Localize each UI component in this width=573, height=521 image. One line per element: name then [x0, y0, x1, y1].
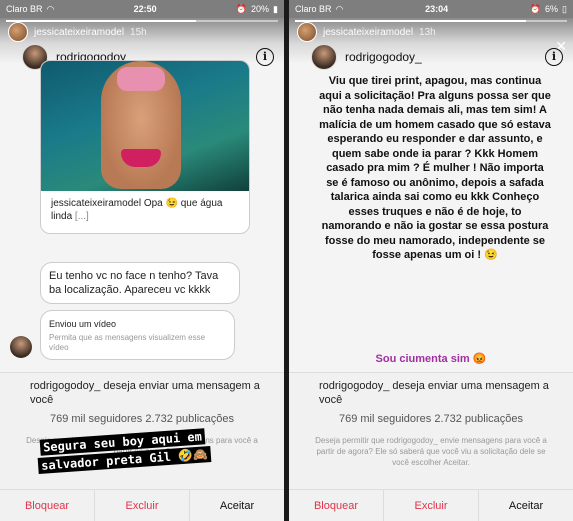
- status-bar: Claro BR ◠ 23:04 ⏰ 6% ▯: [289, 0, 573, 18]
- request-actions: Bloquear Excluir Aceitar: [289, 489, 573, 521]
- request-actions: Bloquear Excluir Aceitar: [0, 489, 284, 521]
- alarm-icon: ⏰: [529, 3, 542, 14]
- caption-more[interactable]: [...]: [75, 211, 89, 222]
- username: rodrigogodoy_: [345, 50, 422, 64]
- battery-icon: ▯: [562, 3, 567, 14]
- delete-button[interactable]: Excluir: [95, 490, 190, 521]
- block-button[interactable]: Bloquear: [0, 490, 95, 521]
- left-screenshot: Claro BR ◠ 22:50 ⏰ 20% ▮ jessicateixeiramod…: [0, 0, 284, 521]
- info-icon[interactable]: i: [545, 48, 563, 66]
- carrier-label: Claro BR: [6, 4, 43, 14]
- post-caption: jessicateixeiramodel Opa 😉 que água lind…: [51, 197, 239, 223]
- video-message[interactable]: Enviou um vídeo Permita que as mensagens…: [40, 310, 235, 360]
- story-owner[interactable]: jessicateixeiramodel 13h: [297, 22, 436, 42]
- status-bar: Claro BR ◠ 22:50 ⏰ 20% ▮: [0, 0, 284, 18]
- accept-button[interactable]: Aceitar: [479, 490, 573, 521]
- profile-stats: 769 mil seguidores 2.732 publicações: [49, 413, 235, 425]
- carrier-label: Claro BR: [295, 4, 332, 14]
- request-user: rodrigogodoy_: [30, 380, 101, 392]
- profile-stats: 769 mil seguidores 2.732 publicações: [338, 413, 524, 425]
- story-owner-avatar: [297, 22, 317, 42]
- clock: 23:04: [425, 4, 449, 14]
- story-text: Viu que tirei print, apagou, mas continu…: [319, 75, 551, 261]
- request-text: rodrigogodoy_ deseja enviar uma mensagem…: [319, 379, 553, 407]
- request-user: rodrigogodoy_: [319, 380, 390, 392]
- delete-button[interactable]: Excluir: [384, 490, 479, 521]
- story-owner-name: jessicateixeiramodel: [323, 26, 414, 38]
- wifi-icon: ◠: [46, 3, 55, 14]
- info-icon[interactable]: i: [256, 48, 274, 66]
- battery-percent: 6%: [545, 4, 559, 14]
- sender-avatar: [10, 336, 32, 358]
- wifi-icon: ◠: [335, 3, 344, 14]
- caption-user: jessicateixeiramodel: [51, 198, 142, 209]
- accept-button[interactable]: Aceitar: [190, 490, 284, 521]
- story-owner-name: jessicateixeiramodel: [34, 26, 125, 38]
- story-text-accent: Sou ciumenta sim 😡: [375, 353, 487, 365]
- video-subtitle: Permita que as mensagens visualizem esse…: [49, 333, 206, 352]
- video-title: Enviou um vídeo: [49, 319, 117, 329]
- battery-percent: 20%: [251, 4, 270, 14]
- dm-user[interactable]: rodrigogodoy_: [311, 44, 422, 70]
- dm-header: jessicateixeiramodel 13h ✕ rodrigogodoy_…: [289, 18, 573, 70]
- message-request-panel: rodrigogodoy_ deseja enviar uma mensagem…: [289, 372, 573, 521]
- permission-text: Deseja permitir que rodrigogodoy_ envie …: [315, 436, 547, 467]
- alarm-icon: ⏰: [235, 3, 248, 14]
- request-text: rodrigogodoy_ deseja enviar uma mensagem…: [30, 379, 264, 407]
- post-image: [41, 61, 249, 191]
- battery-icon: ▮: [273, 3, 278, 14]
- story-age: 15h: [130, 26, 147, 38]
- message-text: Eu tenho vc no face n tenho? Tava ba loc…: [49, 270, 219, 296]
- right-screenshot: Claro BR ◠ 23:04 ⏰ 6% ▯ jessicateixeiramode…: [289, 0, 573, 521]
- shared-post[interactable]: jessicateixeiramodel Opa 😉 que água lind…: [40, 60, 250, 234]
- story-age: 13h: [419, 26, 436, 38]
- clock: 22:50: [133, 4, 157, 14]
- story-owner[interactable]: jessicateixeiramodel 15h: [8, 22, 147, 42]
- avatar: [311, 44, 337, 70]
- story-owner-avatar: [8, 22, 28, 42]
- block-button[interactable]: Bloquear: [289, 490, 384, 521]
- message-bubble: Eu tenho vc no face n tenho? Tava ba loc…: [40, 262, 240, 304]
- dm-header: jessicateixeiramodel 15h rodrigogodoy_ i: [0, 18, 284, 70]
